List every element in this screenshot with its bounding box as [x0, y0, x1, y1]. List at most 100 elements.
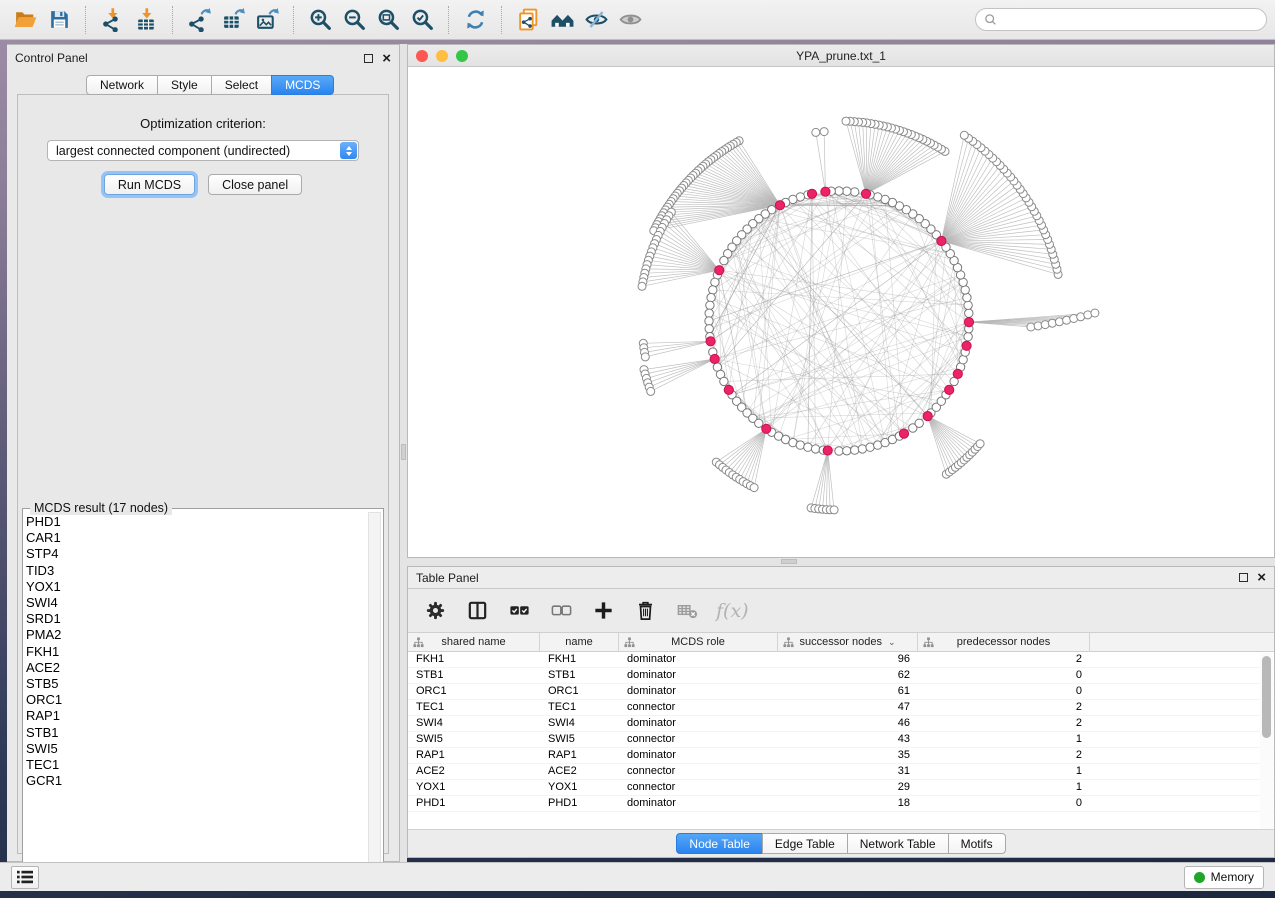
open-session-button[interactable] — [8, 4, 42, 36]
zoom-out-button[interactable] — [337, 4, 371, 36]
ring-node[interactable] — [709, 286, 717, 294]
mcds-hub-node[interactable] — [775, 201, 784, 210]
ring-node[interactable] — [835, 447, 843, 455]
result-node-item[interactable]: STB5 — [26, 676, 366, 692]
table-row[interactable]: PHD1PHD1dominator180 — [408, 796, 1274, 812]
column-header-successor-nodes[interactable]: successor nodes⌄ — [778, 633, 918, 651]
close-panel-button[interactable]: Close panel — [208, 174, 302, 195]
ring-node[interactable] — [843, 447, 851, 455]
add-column-button[interactable] — [590, 598, 616, 624]
export-image-button[interactable] — [250, 4, 284, 36]
result-node-item[interactable]: PHD1 — [26, 514, 366, 530]
table-settings-button[interactable] — [422, 598, 448, 624]
satellite-node[interactable] — [842, 117, 850, 125]
show-all-button[interactable] — [613, 4, 647, 36]
ring-node[interactable] — [720, 256, 728, 264]
float-panel-icon[interactable] — [364, 54, 373, 63]
memory-button[interactable]: Memory — [1184, 866, 1264, 889]
ring-node[interactable] — [707, 293, 715, 301]
close-panel-icon[interactable]: × — [382, 54, 391, 63]
refresh-network-button[interactable] — [458, 4, 492, 36]
result-node-item[interactable]: FKH1 — [26, 644, 366, 660]
ring-node[interactable] — [964, 333, 972, 341]
delete-column-button[interactable] — [632, 598, 658, 624]
table-scrollbar[interactable] — [1260, 653, 1273, 829]
ring-node[interactable] — [959, 356, 967, 364]
result-node-item[interactable]: SWI4 — [26, 595, 366, 611]
mcds-hub-node[interactable] — [964, 318, 973, 327]
satellite-node[interactable] — [641, 353, 649, 361]
mcds-hub-node[interactable] — [807, 189, 816, 198]
ring-node[interactable] — [851, 446, 859, 454]
ring-node[interactable] — [755, 419, 763, 427]
result-node-item[interactable]: ACE2 — [26, 660, 366, 676]
mcds-hub-node[interactable] — [899, 429, 908, 438]
tab-mcds[interactable]: MCDS — [271, 75, 334, 95]
ring-node[interactable] — [858, 445, 866, 453]
column-header-MCDS-role[interactable]: MCDS role — [619, 633, 778, 651]
column-header-name[interactable]: name — [540, 633, 619, 651]
mcds-hub-node[interactable] — [715, 266, 724, 275]
satellite-node[interactable] — [1055, 318, 1063, 326]
mcds-hub-node[interactable] — [762, 424, 771, 433]
save-session-button[interactable] — [42, 4, 76, 36]
tab-select[interactable]: Select — [211, 75, 271, 95]
result-node-item[interactable]: SWI5 — [26, 741, 366, 757]
result-node-item[interactable]: ORC1 — [26, 692, 366, 708]
result-node-item[interactable]: TID3 — [26, 563, 366, 579]
table-row[interactable]: FKH1FKH1dominator962 — [408, 652, 1274, 668]
satellite-node[interactable] — [830, 506, 838, 514]
mcds-hub-node[interactable] — [821, 187, 830, 196]
import-table-button[interactable] — [129, 4, 163, 36]
satellite-node[interactable] — [960, 131, 968, 139]
result-node-item[interactable]: PMA2 — [26, 627, 366, 643]
satellite-node[interactable] — [1048, 319, 1056, 327]
ring-node[interactable] — [851, 188, 859, 196]
ring-node[interactable] — [796, 441, 804, 449]
export-table-button[interactable] — [216, 4, 250, 36]
clone-network-button[interactable] — [511, 4, 545, 36]
ring-node[interactable] — [706, 301, 714, 309]
ring-node[interactable] — [711, 278, 719, 286]
table-scrollbar-thumb[interactable] — [1262, 656, 1271, 738]
satellite-node[interactable] — [750, 484, 758, 492]
table-row[interactable]: RAP1RAP1dominator352 — [408, 748, 1274, 764]
ring-node[interactable] — [843, 187, 851, 195]
close-table-panel-icon[interactable]: × — [1257, 573, 1266, 582]
ring-node[interactable] — [965, 309, 973, 317]
satellite-node[interactable] — [1027, 323, 1035, 331]
result-node-item[interactable]: STP4 — [26, 546, 366, 562]
result-node-item[interactable]: CAR1 — [26, 530, 366, 546]
hide-selected-button[interactable] — [579, 4, 613, 36]
mcds-hub-node[interactable] — [724, 385, 733, 394]
status-menu-button[interactable] — [11, 866, 39, 889]
horizontal-splitter-grip[interactable] — [781, 559, 797, 564]
ring-node[interactable] — [963, 293, 971, 301]
tab-motifs[interactable]: Motifs — [948, 833, 1006, 854]
ring-node[interactable] — [705, 325, 713, 333]
column-header-predecessor-nodes[interactable]: predecessor nodes — [918, 633, 1090, 651]
export-network-button[interactable] — [182, 4, 216, 36]
mcds-hub-node[interactable] — [710, 354, 719, 363]
satellite-node[interactable] — [1041, 321, 1049, 329]
table-row[interactable]: TEC1TEC1connector472 — [408, 700, 1274, 716]
satellite-node[interactable] — [812, 128, 820, 136]
tab-node-table[interactable]: Node Table — [676, 833, 762, 854]
result-node-item[interactable]: YOX1 — [26, 579, 366, 595]
ring-node[interactable] — [964, 301, 972, 309]
satellite-node[interactable] — [638, 282, 646, 290]
criterion-dropdown[interactable]: largest connected component (undirected) — [47, 140, 359, 161]
tab-network[interactable]: Network — [86, 75, 157, 95]
deselect-all-rows-button[interactable] — [548, 598, 574, 624]
zoom-fit-button[interactable] — [371, 4, 405, 36]
ring-node[interactable] — [915, 419, 923, 427]
ring-node[interactable] — [961, 286, 969, 294]
mcds-hub-node[interactable] — [962, 341, 971, 350]
ring-node[interactable] — [835, 187, 843, 195]
float-table-panel-icon[interactable] — [1239, 573, 1248, 582]
ring-node[interactable] — [811, 445, 819, 453]
vertical-splitter[interactable] — [400, 44, 407, 862]
horizontal-splitter[interactable] — [407, 558, 1275, 566]
mcds-result-list[interactable]: PHD1CAR1STP4TID3YOX1SWI4SRD1PMA2FKH1ACE2… — [26, 514, 366, 873]
satellite-node[interactable] — [820, 128, 828, 136]
